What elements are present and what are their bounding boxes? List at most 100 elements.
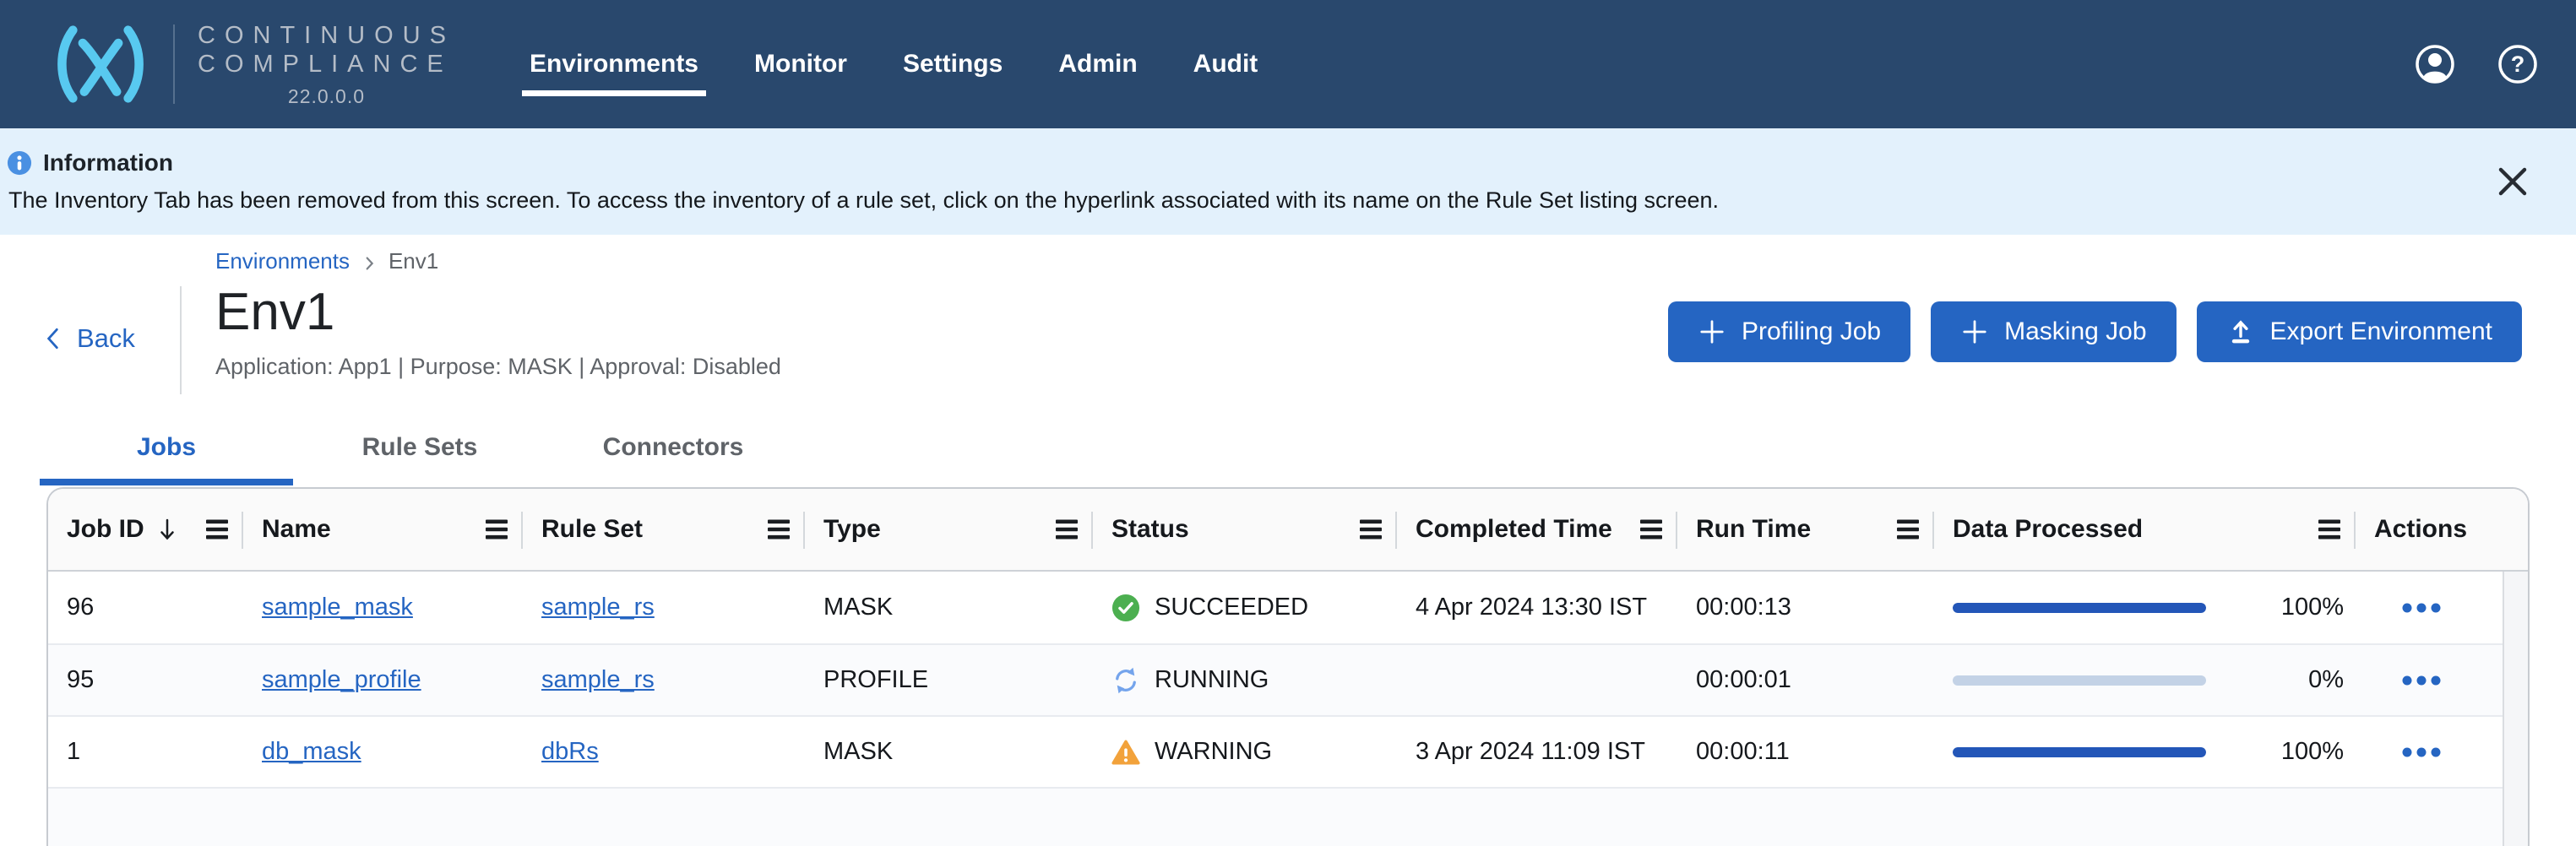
status-label: RUNNING <box>1155 666 1269 694</box>
nav-item-environments[interactable]: Environments <box>530 47 698 81</box>
brand-wordmark: CONTINUOUS COMPLIANCE 22.0.0.0 <box>198 21 455 108</box>
progress-bar <box>1953 603 2206 613</box>
page-header: Back Env1 Application: App1 | Purpose: M… <box>0 283 2576 401</box>
type-value: MASK <box>823 738 893 766</box>
brand-line1: CONTINUOUS <box>198 21 455 50</box>
vertical-scrollbar[interactable] <box>2503 572 2528 846</box>
column-header-data-processed[interactable]: Data Processed <box>1934 489 2356 570</box>
info-icon <box>7 150 32 176</box>
table-row: 1db_maskdbRsMASKWARNING3 Apr 2024 11:09 … <box>48 715 2528 787</box>
ellipsis-icon <box>2402 748 2441 761</box>
rule-set-link[interactable]: sample_rs <box>541 594 655 621</box>
page-action-buttons: Profiling Job Masking Job Export Environme… <box>1668 301 2522 362</box>
tab-rule-sets[interactable]: Rule Sets <box>293 433 546 485</box>
cell-actions <box>2356 675 2503 686</box>
column-header-actions[interactable]: Actions <box>2356 489 2528 570</box>
table-body: 96sample_masksample_rsMASKSUCCEEDED4 Apr… <box>48 572 2528 846</box>
progress-percent-label: 100% <box>2281 594 2344 621</box>
cell-data-processed: 100% <box>1934 738 2356 766</box>
logo-divider <box>173 24 175 104</box>
cell-completed-time: 4 Apr 2024 13:30 IST <box>1397 594 1677 621</box>
info-banner: Information The Inventory Tab has been r… <box>0 128 2576 235</box>
cell-status: WARNING <box>1093 738 1397 767</box>
column-menu-icon[interactable] <box>1054 518 1079 540</box>
warning-icon <box>1111 738 1140 767</box>
main-nav: Environments Monitor Settings Admin Audit <box>530 47 1258 81</box>
cell-rule-set: dbRs <box>523 738 805 766</box>
header-right-icons: ? <box>2415 44 2538 84</box>
column-menu-icon[interactable] <box>1358 518 1383 540</box>
cell-name: sample_profile <box>243 666 523 694</box>
column-header-name[interactable]: Name <box>243 489 523 570</box>
column-menu-icon[interactable] <box>1639 518 1664 540</box>
column-label: Completed Time <box>1416 515 1612 544</box>
cell-name: db_mask <box>243 738 523 766</box>
jobs-table: Job ID Name Rule Set Type Status Completed Ti… <box>46 487 2530 846</box>
nav-item-settings[interactable]: Settings <box>903 47 1003 81</box>
table-row-empty <box>48 787 2528 846</box>
row-actions-button[interactable] <box>2402 675 2441 686</box>
cell-name: sample_mask <box>243 594 523 621</box>
column-menu-icon[interactable] <box>484 518 509 540</box>
column-menu-icon[interactable] <box>204 518 230 540</box>
column-header-job-id[interactable]: Job ID <box>48 489 243 570</box>
job-id-value: 95 <box>67 666 94 694</box>
column-menu-icon[interactable] <box>1895 518 1921 540</box>
name-link[interactable]: sample_mask <box>262 594 413 621</box>
cell-type: PROFILE <box>805 666 1093 694</box>
nav-item-monitor[interactable]: Monitor <box>754 47 847 81</box>
column-header-status[interactable]: Status <box>1093 489 1397 570</box>
app-header: CONTINUOUS COMPLIANCE 22.0.0.0 Environme… <box>0 0 2576 128</box>
nav-item-admin[interactable]: Admin <box>1058 47 1137 81</box>
run-time-value: 00:00:13 <box>1696 594 1791 621</box>
help-icon[interactable]: ? <box>2497 44 2538 84</box>
cell-actions <box>2356 746 2503 758</box>
version-label: 22.0.0.0 <box>198 85 455 108</box>
column-label: Type <box>823 515 881 544</box>
masking-job-button[interactable]: Masking Job <box>1931 301 2176 362</box>
completed-time-value: 3 Apr 2024 11:09 IST <box>1416 738 1645 766</box>
back-button[interactable]: Back <box>42 323 135 354</box>
rule-set-link[interactable]: sample_rs <box>541 666 655 694</box>
column-label: Rule Set <box>541 515 643 544</box>
ellipsis-icon <box>2402 676 2441 689</box>
banner-title: Information <box>43 149 173 176</box>
progress-bar <box>1953 747 2206 757</box>
row-actions-button[interactable] <box>2402 602 2441 614</box>
tab-connectors[interactable]: Connectors <box>546 433 800 485</box>
progress-bar-fill <box>1953 747 2206 757</box>
column-header-type[interactable]: Type <box>805 489 1093 570</box>
type-value: MASK <box>823 594 893 621</box>
column-label: Name <box>262 515 331 544</box>
row-actions-button[interactable] <box>2402 746 2441 758</box>
column-header-completed-time[interactable]: Completed Time <box>1397 489 1677 570</box>
sort-desc-icon[interactable] <box>156 517 178 542</box>
tab-jobs[interactable]: Jobs <box>40 433 293 485</box>
export-environment-button[interactable]: Export Environment <box>2197 301 2522 362</box>
export-icon <box>2226 317 2255 346</box>
delphix-logo-icon <box>51 24 150 105</box>
table-row: 95sample_profilesample_rsPROFILERUNNING0… <box>48 643 2528 715</box>
column-menu-icon[interactable] <box>766 518 791 540</box>
column-menu-icon[interactable] <box>2317 518 2342 540</box>
column-label: Job ID <box>67 515 144 544</box>
progress-bar-fill <box>1953 603 2206 613</box>
name-link[interactable]: db_mask <box>262 738 361 766</box>
profiling-job-button[interactable]: Profiling Job <box>1668 301 1910 362</box>
column-header-rule-set[interactable]: Rule Set <box>523 489 805 570</box>
column-label: Status <box>1111 515 1189 544</box>
cell-rule-set: sample_rs <box>523 666 805 694</box>
name-link[interactable]: sample_profile <box>262 666 421 694</box>
close-icon[interactable] <box>2493 162 2532 201</box>
progress-bar <box>1953 675 2206 686</box>
tab-bar: JobsRule SetsConnectors <box>40 433 2576 485</box>
nav-item-audit[interactable]: Audit <box>1193 47 1258 81</box>
column-header-run-time[interactable]: Run Time <box>1677 489 1934 570</box>
rule-set-link[interactable]: dbRs <box>541 738 599 766</box>
button-label: Export Environment <box>2270 317 2492 346</box>
cell-type: MASK <box>805 738 1093 766</box>
cell-run-time: 00:00:11 <box>1677 738 1934 766</box>
chevron-right-icon <box>360 252 378 271</box>
breadcrumb-environments-link[interactable]: Environments <box>215 248 350 274</box>
account-icon[interactable] <box>2415 44 2455 84</box>
